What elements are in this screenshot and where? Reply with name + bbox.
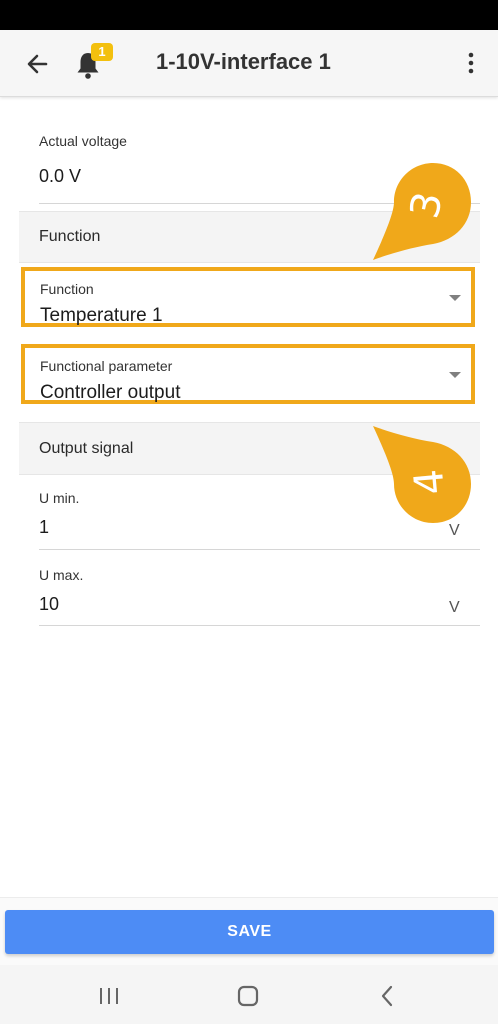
back-arrow-icon bbox=[27, 54, 48, 74]
functional-parameter-label: Functional parameter bbox=[40, 358, 173, 374]
functional-parameter-select[interactable]: Functional parameter Controller output bbox=[21, 344, 475, 404]
back-nav-icon[interactable] bbox=[378, 985, 396, 1007]
u-min-label: U min. bbox=[39, 490, 80, 506]
app-bar: 1 1-10V-interface 1 bbox=[0, 30, 498, 97]
function-select-label: Function bbox=[40, 281, 94, 297]
callout-4-label: 4 bbox=[406, 467, 454, 496]
function-select[interactable]: Function Temperature 1 bbox=[21, 267, 475, 327]
notification-badge: 1 bbox=[91, 43, 113, 61]
more-vert-icon bbox=[468, 52, 474, 74]
u-max-unit: V bbox=[449, 599, 460, 616]
actual-voltage-label: Actual voltage bbox=[39, 133, 127, 149]
u-min-underline bbox=[39, 549, 480, 550]
save-button[interactable]: SAVE bbox=[5, 910, 494, 954]
callout-3-annotation: 3 bbox=[373, 163, 471, 260]
status-bar bbox=[0, 0, 498, 30]
u-max-label: U max. bbox=[39, 567, 84, 583]
callout-4-annotation: 4 bbox=[373, 426, 471, 523]
recent-apps-icon[interactable] bbox=[98, 986, 120, 1006]
function-select-value: Temperature 1 bbox=[40, 305, 163, 326]
back-button[interactable] bbox=[24, 50, 52, 78]
page-title: 1-10V-interface 1 bbox=[156, 49, 331, 74]
actual-voltage-value: 0.0 V bbox=[39, 166, 82, 186]
home-icon[interactable] bbox=[236, 985, 260, 1007]
function-section-title: Function bbox=[39, 228, 101, 245]
functional-parameter-value: Controller output bbox=[40, 382, 181, 403]
dropdown-caret-icon bbox=[449, 295, 461, 301]
more-options-button[interactable] bbox=[464, 50, 478, 76]
u-max-underline bbox=[39, 625, 480, 626]
dropdown-caret-icon bbox=[449, 372, 461, 378]
u-min-input[interactable]: 1 bbox=[39, 517, 49, 538]
system-nav-bar bbox=[0, 965, 498, 1024]
u-max-input[interactable]: 10 bbox=[39, 594, 59, 615]
output-signal-section-title: Output signal bbox=[39, 440, 134, 457]
